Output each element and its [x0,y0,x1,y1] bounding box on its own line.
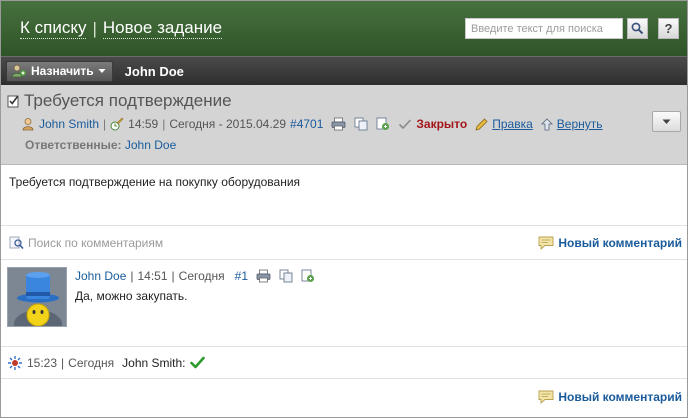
event-user: John Smith: [122,355,186,370]
task-date: Сегодня - 2015.04.29 [169,117,287,131]
more-actions-button[interactable] [652,111,681,132]
return-link[interactable]: Вернуть [557,117,603,131]
checkmark-icon [398,118,412,130]
top-header: К списку | Новое задание ? [1,1,687,56]
task-description-text: Требуется подтверждение на покупку обору… [9,175,301,189]
new-comment-label-bottom: Новый комментарий [558,390,682,404]
new-task-link[interactable]: Новое задание [102,18,223,39]
task-meta-row: John Smith | 14:59 | Сегодня - 2015.04.2… [7,117,681,131]
assign-button-label: Назначить [31,64,94,78]
event-time: 15:23 [27,355,58,370]
comment-time: 14:51 [137,269,168,283]
comment-header: John Doe | 14:51 | Сегодня #1 [75,269,315,283]
status-change-icon [7,355,23,371]
event-separator: | [61,355,65,370]
meta-separator-2: | [162,117,166,131]
responsible-label: Ответственные: [25,138,122,152]
help-button[interactable]: ? [658,18,679,39]
assign-user-icon [11,64,27,78]
header-nav: К списку | Новое задание [20,18,223,39]
back-to-list-link[interactable]: К списку [20,18,87,39]
event-day: Сегодня [68,355,115,370]
comment-item: John Doe | 14:51 | Сегодня #1 Да, можно … [1,260,687,347]
new-comment-button-top[interactable]: Новый комментарий [538,236,682,250]
task-author-link[interactable]: John Smith [39,117,99,131]
comment-search-label: Поиск по комментариям [28,235,164,250]
event-row: 15:23 | Сегодня John Smith: [1,347,687,379]
search-icon [631,22,644,35]
pencil-clock-icon [110,117,124,131]
task-window: К списку | Новое задание ? Назначить Joh… [0,0,688,418]
comments-bar: Поиск по комментариям Новый комментарий [1,226,687,260]
chevron-down-icon [662,119,671,125]
share-icon[interactable] [301,269,315,283]
task-number-link[interactable]: #4701 [290,117,323,131]
comment-text: Да, можно закупать. [75,289,188,303]
print-icon[interactable] [331,117,346,131]
task-info-panel: Требуется подтверждение John Smith | 14:… [1,85,687,165]
footer-bar: Новый комментарий [1,379,687,415]
user-icon [21,117,35,131]
responsible-user-link[interactable]: John Doe [125,138,176,152]
assignee-name: John Doe [124,63,184,79]
meta-separator: | [103,117,107,131]
task-title-row: Требуется подтверждение [7,91,681,111]
header-search: ? [465,18,679,39]
task-description: Требуется подтверждение на покупку обору… [1,165,687,226]
avatar [7,267,67,327]
copy-icon[interactable] [279,269,293,283]
edit-pencil-icon [475,117,488,131]
comment-bubble-icon [538,236,554,250]
action-toolbar: Назначить John Doe [1,56,687,85]
search-icon [9,236,25,250]
copy-icon[interactable] [354,117,368,131]
nav-separator: | [92,18,97,38]
chevron-down-icon [98,68,106,74]
comment-search[interactable]: Поиск по комментариям [9,236,163,250]
task-time: 14:59 [128,117,159,131]
share-icon[interactable] [376,117,390,131]
comment-separator-2: | [171,269,175,283]
green-check-icon [189,356,205,369]
print-icon[interactable] [256,269,271,283]
comment-number-link[interactable]: #1 [235,269,248,283]
comment-body: John Doe | 14:51 | Сегодня #1 Да, можно … [75,267,315,346]
task-checkbox-icon [7,94,19,108]
comment-day: Сегодня [178,269,225,283]
search-input[interactable] [465,18,623,39]
assign-button[interactable]: Назначить [6,60,113,82]
edit-link[interactable]: Правка [492,117,533,131]
new-comment-button-bottom[interactable]: Новый комментарий [538,390,682,404]
task-title: Требуется подтверждение [24,91,232,110]
comment-author-link[interactable]: John Doe [75,269,126,283]
task-status-closed: Закрыто [416,117,468,131]
new-comment-label-top: Новый комментарий [558,235,682,250]
comment-bubble-icon [538,390,554,404]
responsible-row: Ответственные: John Doe [7,138,681,152]
return-arrow-icon [540,117,553,131]
search-button[interactable] [627,18,648,39]
comment-separator: | [130,269,134,283]
